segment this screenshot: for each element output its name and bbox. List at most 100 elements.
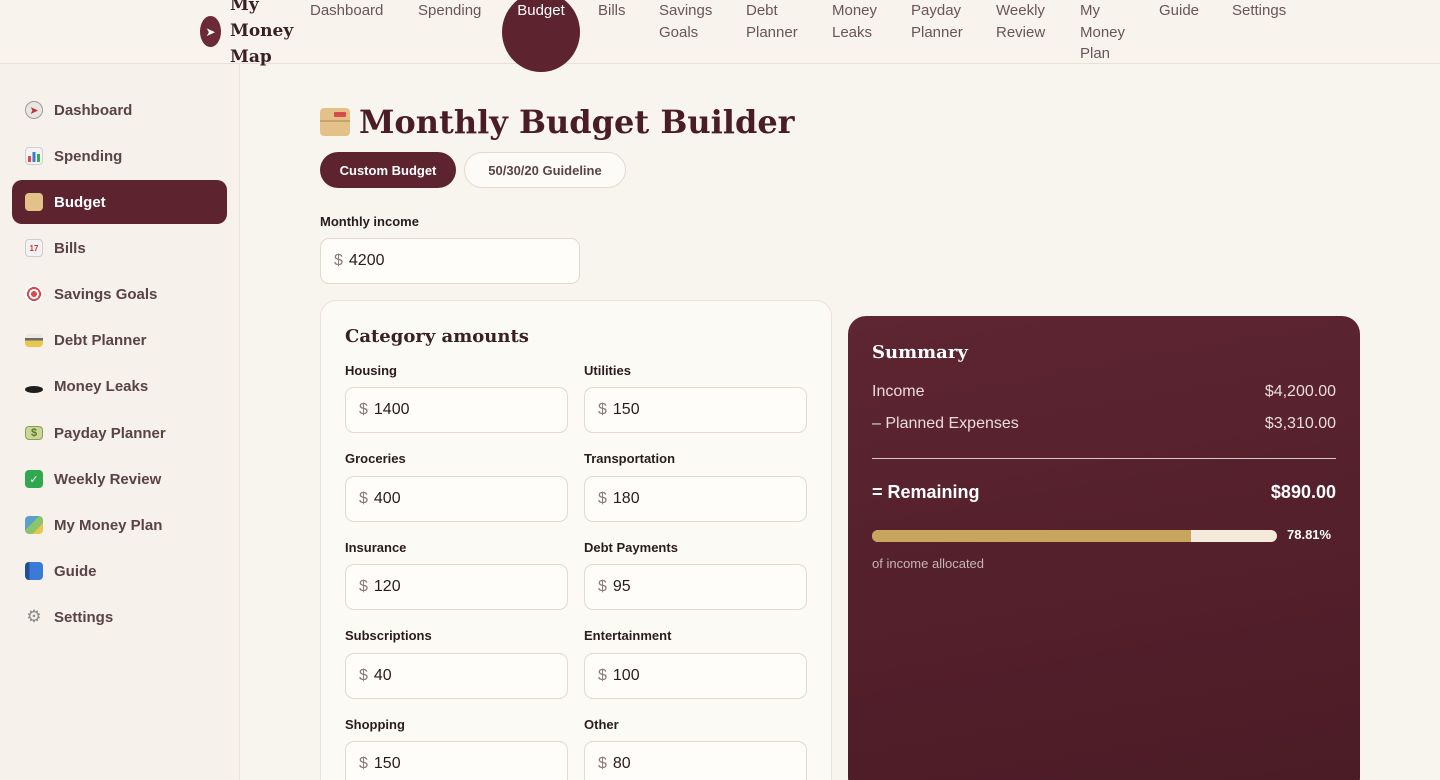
sidebar-item-savings-goals[interactable]: Savings Goals (12, 272, 227, 316)
nav-label: Review (996, 23, 1046, 41)
other-field[interactable]: $80 (584, 741, 807, 780)
debt-payments-field[interactable]: $95 (584, 564, 807, 610)
subscriptions-field[interactable]: $40 (345, 653, 568, 699)
nav-label: Savings (659, 2, 713, 19)
nav-label: Bills (598, 2, 626, 19)
nav-money-leaks[interactable]: Money Leaks (832, 0, 877, 43)
allocation-progress-bar (872, 530, 1277, 542)
sidebar-item-label: Weekly Review (54, 470, 162, 488)
sidebar-item-weekly-review[interactable]: ✓ Weekly Review (12, 457, 227, 501)
category-label: Transportation (584, 451, 676, 466)
category-label: Shopping (345, 717, 405, 732)
nav-label: Goals (659, 23, 699, 41)
currency-symbol: $ (334, 252, 343, 269)
nav-label: Planner (911, 23, 963, 41)
sidebar-item-label: Settings (54, 608, 114, 626)
target-icon (25, 285, 43, 303)
tab-50-30-20-guideline[interactable]: 50/30/20 Guideline (464, 152, 626, 188)
card-box-icon (320, 108, 350, 136)
nav-label: Planner (746, 23, 798, 41)
sidebar-item-bills[interactable]: 17 Bills (12, 226, 227, 270)
sidebar-item-dashboard[interactable]: ➤ Dashboard (12, 88, 227, 132)
sidebar-item-label: Dashboard (54, 101, 133, 119)
category-label: Entertainment (584, 628, 672, 643)
nav-weekly-review[interactable]: Weekly Review (996, 0, 1045, 43)
category-value: 95 (612, 578, 631, 595)
sidebar-item-label: Debt Planner (54, 331, 147, 349)
nav-label: Budget (517, 2, 565, 19)
monthly-income-field[interactable]: $ 4200 (320, 238, 580, 284)
page-header: Monthly Budget Builder (320, 100, 795, 144)
sidebar-item-guide[interactable]: Guide (12, 549, 227, 593)
housing-field[interactable]: $1400 (345, 387, 568, 433)
sidebar-item-label: Guide (54, 562, 97, 580)
category-value: 120 (373, 578, 401, 595)
allocation-progress-fill (872, 530, 1192, 542)
nav-label: Debt (746, 2, 778, 19)
nav-bills[interactable]: Bills (598, 0, 626, 22)
category-label: Utilities (584, 363, 631, 378)
category-label: Insurance (345, 540, 407, 555)
nav-payday-planner[interactable]: Payday Planner (911, 0, 963, 43)
brand[interactable]: ➤ My Money Map (200, 0, 300, 72)
nav-savings-goals[interactable]: Savings Goals (659, 0, 712, 43)
category-amounts-title: Category amounts (345, 326, 529, 347)
money-icon: $ (25, 426, 43, 440)
sidebar-item-my-money-plan[interactable]: My Money Plan (12, 503, 227, 547)
calendar-icon: 17 (25, 239, 43, 257)
tab-custom-budget[interactable]: Custom Budget (320, 152, 456, 188)
sidebar-item-payday-planner[interactable]: $ Payday Planner (12, 411, 227, 455)
currency-symbol: $ (359, 755, 368, 772)
category-value: 40 (373, 667, 392, 684)
nav-label: Leaks (832, 23, 873, 41)
bar-chart-icon (25, 147, 43, 165)
sidebar-item-label: Payday Planner (54, 424, 166, 442)
nav-debt-planner[interactable]: Debt Planner (746, 0, 798, 43)
currency-symbol: $ (359, 667, 368, 684)
sidebar-item-spending[interactable]: Spending (12, 134, 227, 178)
brand-name: My Money Map (230, 0, 300, 70)
nav-label: Money (1080, 23, 1126, 41)
brand-name-line: My (230, 0, 259, 15)
nav-budget[interactable]: Budget (502, 0, 580, 72)
shopping-field[interactable]: $150 (345, 741, 568, 780)
entertainment-field[interactable]: $100 (584, 653, 807, 699)
nav-guide[interactable]: Guide (1159, 0, 1199, 22)
nav-dashboard[interactable]: Dashboard (310, 0, 383, 22)
category-label: Subscriptions (345, 628, 432, 643)
currency-symbol: $ (598, 667, 607, 684)
top-nav: ➤ My Money Map Dashboard Spending Budget… (0, 0, 1440, 72)
category-value: 150 (373, 755, 401, 772)
currency-symbol: $ (359, 490, 368, 507)
utilities-field[interactable]: $150 (584, 387, 807, 433)
currency-symbol: $ (359, 401, 368, 418)
summary-income-value: $4,200.00 (1264, 383, 1336, 400)
summary-expenses-label: – Planned Expenses (872, 415, 1019, 432)
allocation-caption: of income allocated (872, 556, 985, 571)
category-value: 100 (612, 667, 640, 684)
sidebar-item-label: Budget (54, 193, 106, 211)
category-value: 150 (612, 401, 640, 418)
summary-remaining-row: = Remaining $890.00 (872, 482, 1336, 503)
card-box-icon (25, 193, 43, 211)
sidebar-item-debt-planner[interactable]: Debt Planner (12, 318, 227, 362)
nav-settings[interactable]: Settings (1232, 0, 1286, 22)
sidebar-item-money-leaks[interactable]: Money Leaks (12, 364, 227, 408)
book-icon (25, 562, 43, 580)
transportation-field[interactable]: $180 (584, 476, 807, 522)
nav-label: Payday (911, 2, 962, 19)
nav-label: Weekly (996, 2, 1045, 19)
insurance-field[interactable]: $120 (345, 564, 568, 610)
groceries-field[interactable]: $400 (345, 476, 568, 522)
nav-spending[interactable]: Spending (418, 0, 481, 22)
category-label: Debt Payments (584, 540, 678, 555)
sidebar-item-label: Spending (54, 147, 123, 165)
currency-symbol: $ (598, 755, 607, 772)
monthly-income-value: 4200 (348, 252, 385, 269)
sidebar-item-budget[interactable]: Budget (12, 180, 227, 224)
summary-income-row: Income $4,200.00 (872, 383, 1336, 401)
nav-label: Money (832, 2, 878, 19)
sidebar-item-settings[interactable]: ⚙ Settings (12, 595, 227, 639)
nav-my-money-plan[interactable]: My Money Plan (1080, 0, 1125, 65)
sidebar-item-label: My Money Plan (54, 516, 163, 534)
